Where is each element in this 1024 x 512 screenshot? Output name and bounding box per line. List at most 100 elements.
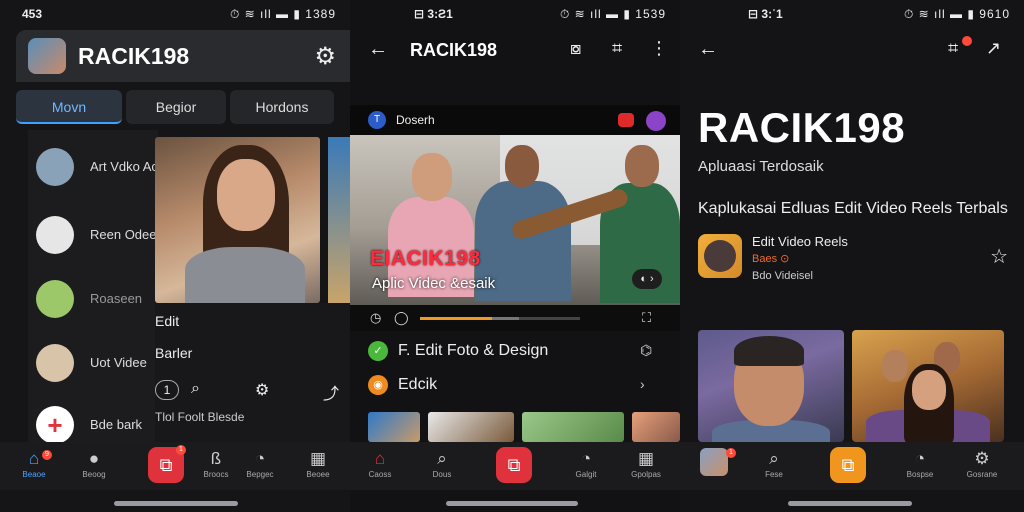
status-bar: ⊟ 3:Ƨ1 ⏱ ≋ ıll ▬ ▮ 1539	[350, 0, 680, 28]
bottom-nav: ⌂ Beaoe 9 ● Beoog ⧉ 1 ß Broocs ◔ Bepgec …	[0, 442, 350, 490]
menu-row-edit-foto[interactable]: ✓ F. Edit Foto & Design ⌬	[368, 340, 668, 366]
more-vert-icon[interactable]: ⋮	[650, 38, 668, 59]
create-button[interactable]: ⧉	[830, 447, 866, 483]
fullscreen-icon[interactable]: ⛶	[642, 310, 651, 326]
channel-avatar[interactable]: T	[368, 111, 386, 129]
nav-beoee[interactable]: ▦ Beoee	[294, 448, 342, 479]
screenshot-thumbnail[interactable]	[852, 330, 1004, 442]
profile-avatar[interactable]	[28, 38, 66, 74]
nav-home[interactable]: ⌂ Caoss	[356, 448, 404, 479]
app-detail: Bdo Videisel	[752, 270, 813, 282]
menu-row-label: F. Edit Foto & Design	[398, 342, 549, 359]
next-photo[interactable]	[328, 137, 350, 303]
thumbnail[interactable]	[522, 412, 624, 442]
camera-icon[interactable]: ⧇	[570, 38, 581, 59]
screen-home: 453 ⏱ ≋ ıll ▬ ▮ 1389 RACIK198 ⚙ Movn Beg…	[0, 0, 350, 512]
nav-broocs[interactable]: ß Broocs	[192, 448, 240, 479]
search-icon: ⌕	[769, 449, 779, 468]
video-next-pill[interactable]: ◐ ›	[632, 269, 662, 289]
home-icon: ⌂	[374, 449, 386, 468]
count-badge[interactable]: 1	[155, 380, 179, 400]
add-icon[interactable]: +	[36, 406, 74, 444]
panel-edit-label[interactable]: Edit	[155, 313, 179, 329]
gesture-bar[interactable]	[788, 501, 912, 506]
thumbnail[interactable]	[428, 412, 514, 442]
top-bar: ← RACIK198 ⧇ ⌗ ⋮	[350, 30, 680, 70]
chevron-right-icon: ›	[640, 376, 645, 392]
nav-label: Beoee	[306, 470, 330, 479]
replay-icon[interactable]: ◷	[370, 310, 381, 326]
record-dot-icon: ◉	[368, 375, 388, 395]
settings-gear-icon[interactable]: ⚙	[314, 42, 336, 71]
notification-badge: 9	[42, 450, 52, 460]
nav-gpolpas[interactable]: ▦ Gpolpas	[622, 448, 670, 479]
tab-movn[interactable]: Movn	[16, 90, 122, 124]
record-icon[interactable]	[618, 113, 634, 127]
avatar	[36, 280, 74, 318]
back-arrow-icon[interactable]: ←	[368, 38, 388, 61]
list-item-label: Bde bark	[90, 417, 143, 432]
channel-name[interactable]: Doserh	[396, 113, 435, 127]
avatar	[36, 148, 74, 186]
screenshot-thumbnail[interactable]	[698, 330, 844, 442]
nav-bepgec[interactable]: ◔ Bepgec	[236, 448, 284, 479]
video-progress[interactable]	[420, 317, 580, 320]
settings-icon[interactable]: ⚙	[255, 380, 269, 400]
create-icon: ⧉	[159, 455, 173, 475]
settings-icon: ⚙	[974, 449, 990, 468]
video-caption-subtitle: Aplic Videc &esaik	[372, 275, 496, 292]
nav-bospse[interactable]: ◔ Bospse	[896, 448, 944, 479]
nav-gosrane[interactable]: ⚙ Gosrane	[958, 448, 1006, 479]
gesture-bar[interactable]	[114, 501, 238, 506]
nav-profile[interactable]: 1	[690, 448, 738, 478]
share-icon[interactable]: ↗	[986, 38, 1001, 59]
tab-hordons[interactable]: Hordons	[230, 90, 334, 124]
cast-icon[interactable]: ⌗	[948, 38, 958, 59]
app-subtitle: Apluaasi Terdosaik	[698, 158, 824, 175]
share-icon[interactable]: ⤴	[323, 380, 339, 404]
nav-galgit[interactable]: ◔ Galgit	[562, 448, 610, 479]
panel-barler-label[interactable]: Barler	[155, 345, 192, 361]
create-button[interactable]: ⧉ 1	[148, 445, 186, 483]
cast-icon[interactable]: ⌗	[612, 38, 622, 59]
status-icons: ⏱ ≋ ıll ▬ ▮ 9610	[903, 7, 1010, 21]
pause-icon[interactable]: ◯	[394, 310, 409, 326]
nav-search[interactable]: ⌕ Dous	[418, 448, 466, 479]
screen-video: ⊟ 3:Ƨ1 ⏱ ≋ ıll ▬ ▮ 1539 ← RACIK198 ⧇ ⌗ ⋮…	[350, 0, 680, 512]
thumbnail[interactable]	[368, 412, 420, 442]
played-fill	[420, 317, 492, 320]
contact-list: Art Vdko Ac Reen Odee Roaseen Uot Videe …	[28, 130, 158, 444]
featured-photo[interactable]	[155, 137, 320, 303]
nav-label: Beoog	[82, 470, 106, 479]
panel-footer: Tlol Foolt Blesde	[155, 410, 245, 424]
video-controls: ◷ ◯ ⛶	[350, 305, 680, 331]
nav-home[interactable]: ⌂ Beaoe 9	[10, 448, 58, 479]
list-item-label: Reen Odee	[90, 227, 157, 242]
photo-face	[882, 350, 908, 382]
menu-row-edcik[interactable]: ◉ Edcik ›	[368, 374, 668, 400]
search-icon[interactable]: ⌕	[191, 380, 200, 398]
video-player[interactable]: EIACIK198 Aplic Videc &esaik ◐ ›	[350, 135, 680, 305]
nav-search[interactable]: ⌕ Fese	[750, 448, 798, 479]
page-title: RACIK198	[410, 40, 498, 60]
avatar	[36, 344, 74, 382]
app-card[interactable]: Edit Video Reels Baes ⊙ Bdo Videisel ☆	[698, 232, 1008, 282]
timer-icon: ◔	[914, 449, 926, 468]
nav-label: Gosrane	[966, 470, 998, 479]
status-bar: 453 ⏱ ≋ ıll ▬ ▮ 1389	[0, 0, 350, 28]
tab-bar: Movn Begior Hordons	[16, 90, 334, 124]
create-button[interactable]: ⧉	[496, 447, 532, 483]
back-arrow-icon[interactable]: ←	[698, 38, 718, 61]
app-icon-avatar	[704, 240, 736, 272]
thumbnail[interactable]	[632, 412, 680, 442]
video-person-head	[412, 153, 452, 201]
app-title: RACIK198	[698, 104, 906, 151]
profile-icon[interactable]	[646, 111, 666, 131]
photo-hair	[734, 336, 804, 366]
tab-begior[interactable]: Begior	[126, 90, 226, 124]
notification-badge: 1	[726, 448, 736, 458]
nav-beoog[interactable]: ● Beoog	[70, 448, 118, 479]
nav-label: Bepgec	[246, 470, 274, 479]
star-icon[interactable]: ☆	[990, 244, 1008, 269]
gesture-bar[interactable]	[446, 501, 578, 506]
